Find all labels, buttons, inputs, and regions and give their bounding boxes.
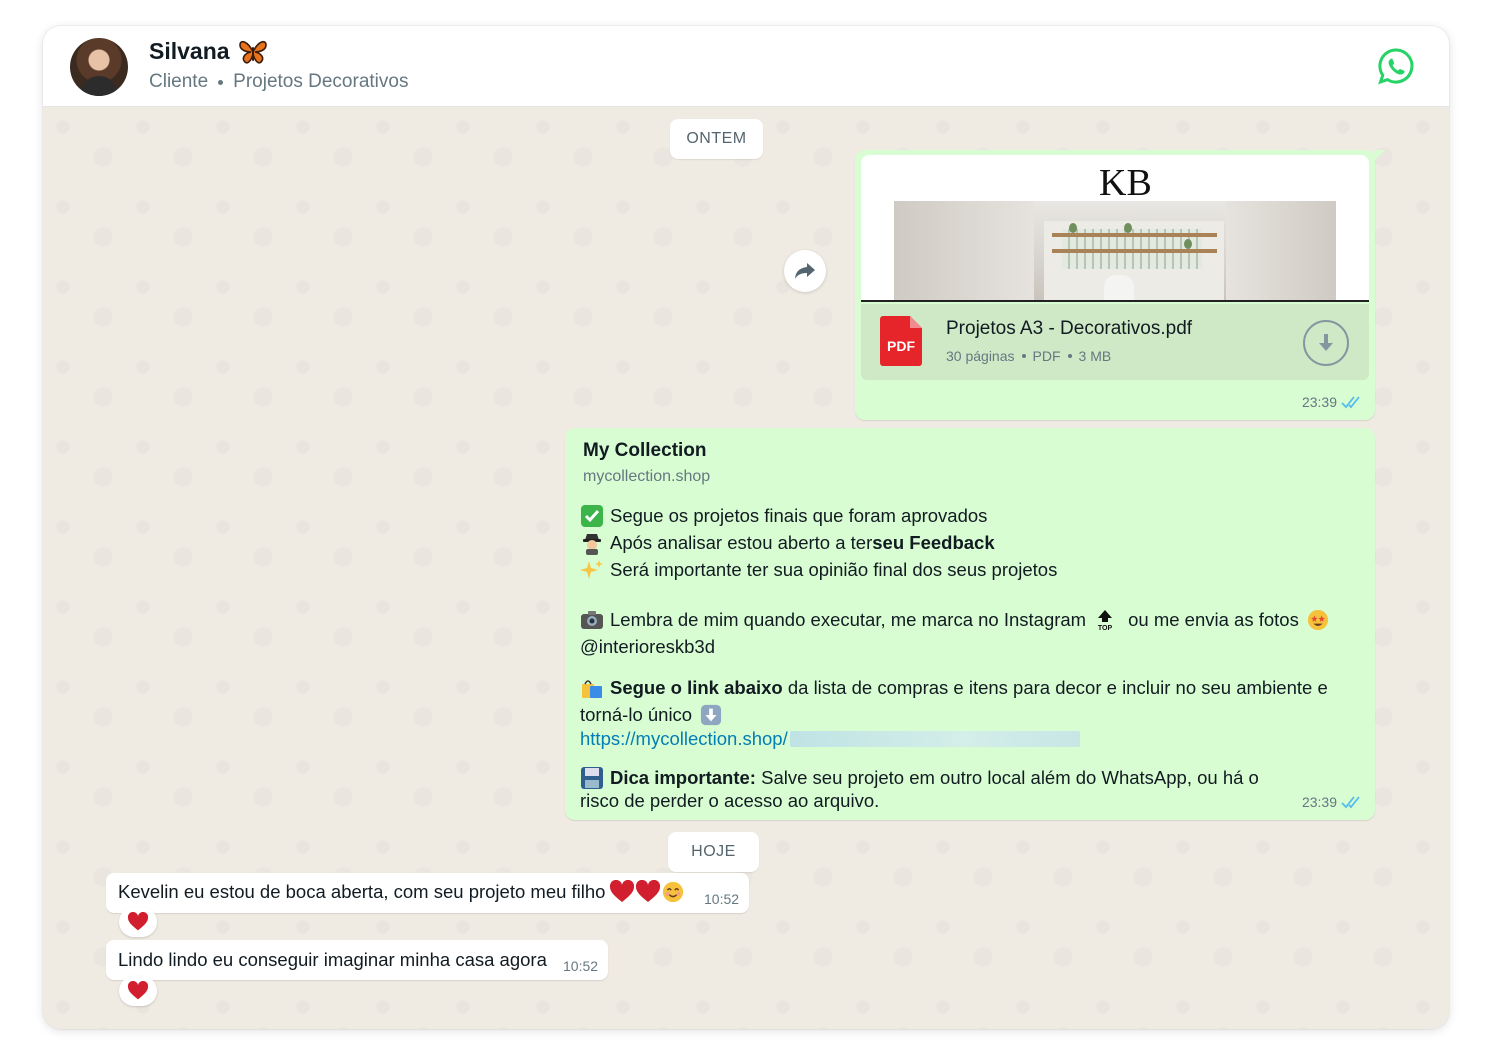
message-line-3: Será importante ter sua opinião final do… [580, 558, 1057, 582]
message-timestamp: 10:52 [704, 891, 740, 907]
link-preview-domain: mycollection.shop [583, 468, 711, 485]
document-preview[interactable]: KB [861, 155, 1369, 302]
chat-window: Silvana Cliente Projetos Decorativos ONT… [43, 26, 1449, 1029]
heart-emoji [635, 880, 661, 903]
document-size: 3 MB [1078, 348, 1112, 364]
link-preview-title[interactable]: My Collection [583, 440, 707, 462]
contact-subtitle: Cliente Projetos Decorativos [149, 71, 408, 93]
shopping-list-link[interactable]: https://mycollection.shop/ [580, 728, 1080, 750]
smiling-face-emoji [662, 881, 684, 903]
reaction-badge[interactable] [119, 976, 157, 1006]
download-icon [1319, 334, 1333, 351]
link-message[interactable]: My Collection mycollection.shop Segue os… [565, 428, 1375, 820]
contact-group: Projetos Decorativos [233, 71, 409, 92]
incoming-message[interactable]: Lindo lindo eu conseguir imaginar minha … [106, 940, 608, 980]
message-line-5: @interioreskb3d [580, 636, 715, 657]
read-receipt-icon [1341, 396, 1360, 409]
contact-name-row: Silvana [149, 38, 268, 65]
svg-text:TOP: TOP [1098, 625, 1113, 631]
download-button[interactable] [1303, 320, 1349, 366]
document-message[interactable]: KB PDF Projetos A3 - Decorativos.pdf 30 … [855, 150, 1385, 420]
message-timestamp: 23:39 [1302, 394, 1363, 410]
shopping-bags-emoji [580, 676, 604, 700]
contact-role: Cliente [149, 71, 209, 92]
heart-emoji [127, 912, 149, 931]
document-file-name: Projetos A3 - Decorativos.pdf [946, 318, 1193, 339]
down-arrow-emoji [700, 704, 722, 726]
message-line-6: Segue o link abaixo da lista de compras … [580, 676, 1328, 700]
forward-icon [795, 263, 815, 279]
message-line-7: torná-lo único [580, 704, 726, 726]
blurred-link-part [789, 731, 1080, 747]
incoming-message-text: Lindo lindo eu conseguir imaginar minha … [118, 949, 547, 970]
star-struck-emoji [1307, 609, 1329, 631]
document-type: PDF [1032, 348, 1061, 364]
chat-header[interactable]: Silvana Cliente Projetos Decorativos [43, 26, 1449, 107]
heart-emoji [127, 981, 149, 1000]
message-timestamp: 10:52 [563, 958, 599, 974]
date-chip-today: HOJE [668, 832, 759, 872]
pdf-file-icon: PDF [880, 316, 922, 366]
incoming-message-text: Kevelin eu estou de boca aberta, com seu… [118, 880, 684, 903]
room-render-image [894, 201, 1336, 300]
forward-button[interactable] [784, 250, 826, 292]
message-timestamp: 23:39 [1302, 794, 1363, 810]
read-receipt-icon [1341, 796, 1360, 809]
incoming-message[interactable]: Kevelin eu estou de boca aberta, com seu… [106, 873, 749, 913]
check-mark-emoji [580, 504, 604, 528]
message-line-2: Após analisar estou aberto a ter seu Fee… [580, 531, 995, 555]
document-meta: 30 páginas PDF 3 MB [946, 348, 1111, 364]
message-line-1: Segue os projetos finais que foram aprov… [580, 504, 987, 528]
camera-flash-emoji [580, 608, 604, 632]
sparkles-emoji [580, 558, 604, 582]
whatsapp-icon[interactable] [1377, 47, 1415, 85]
message-line-9: risco de perder o acesso ao arquivo. [580, 790, 880, 811]
document-info[interactable]: PDF Projetos A3 - Decorativos.pdf 30 pág… [861, 304, 1369, 380]
detective-emoji [580, 531, 604, 555]
date-chip-yesterday: ONTEM [670, 119, 763, 159]
message-line-8: Dica importante: Salve seu projeto em ou… [580, 766, 1259, 790]
butterfly-emoji [238, 40, 267, 64]
pdf-badge-label: PDF [887, 338, 915, 354]
floppy-disk-emoji [580, 766, 604, 790]
reaction-badge[interactable] [119, 907, 157, 937]
avatar[interactable] [70, 38, 128, 96]
separator-dot [218, 79, 224, 85]
top-arrow-emoji: TOP [1094, 609, 1116, 631]
heart-emoji [609, 880, 635, 903]
contact-name: Silvana [149, 38, 230, 64]
document-pages: 30 páginas [946, 348, 1015, 364]
message-line-4: Lembra de mim quando executar, me marca … [580, 608, 1333, 632]
kb-logo: KB [1099, 162, 1152, 204]
bubble-tail [1373, 150, 1385, 162]
